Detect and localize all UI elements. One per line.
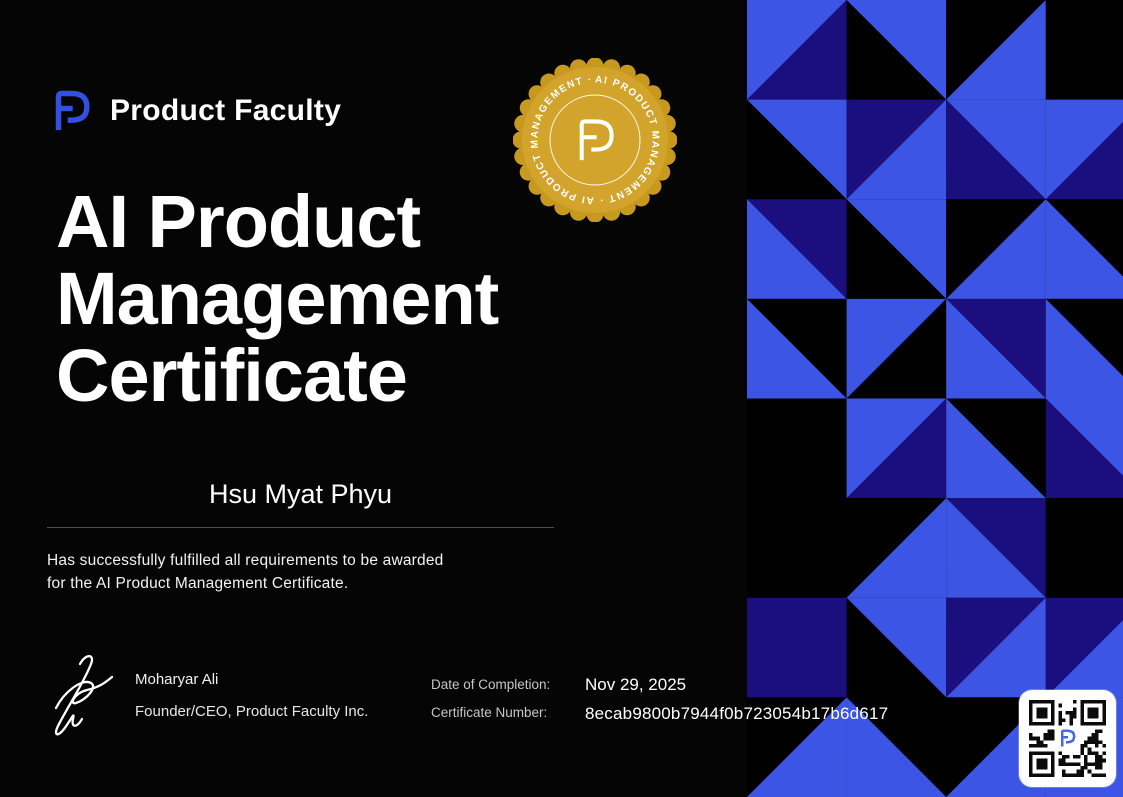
product-faculty-logo-icon — [46, 86, 96, 136]
date-of-completion-value: Nov 29, 2025 — [585, 675, 686, 695]
award-statement: Has successfully fulfilled all requireme… — [47, 549, 444, 595]
title-line-3: Certificate — [56, 337, 498, 414]
signature-scribble — [44, 648, 140, 744]
brand-logo: Product Faculty — [46, 86, 341, 136]
qr-code-card — [1019, 690, 1116, 787]
qr-code — [1029, 700, 1106, 777]
gold-seal-badge: AI PRODUCT MANAGEMENT · AI PRODUCT MANAG… — [513, 58, 677, 222]
signatory-title: Founder/CEO, Product Faculty Inc. — [135, 703, 368, 720]
recipient-name: Hsu Myat Phyu — [47, 479, 554, 510]
award-statement-line-2: for the AI Product Management Certificat… — [47, 572, 444, 595]
signatory-name: Moharyar Ali — [135, 671, 218, 688]
brand-name: Product Faculty — [110, 94, 341, 128]
date-of-completion-label: Date of Completion: — [431, 677, 550, 692]
title-line-2: Management — [56, 260, 498, 337]
certificate-title: AI Product Management Certificate — [56, 183, 498, 414]
award-statement-line-1: Has successfully fulfilled all requireme… — [47, 549, 444, 572]
certificate: Product Faculty AI PRODUCT MANAGEMENT · … — [0, 0, 1123, 797]
title-line-1: AI Product — [56, 183, 498, 260]
recipient-name-underline — [47, 527, 554, 528]
certificate-number-value: 8ecab9800b7944f0b723054b17b6d617 — [585, 704, 888, 724]
certificate-number-label: Certificate Number: — [431, 705, 547, 720]
